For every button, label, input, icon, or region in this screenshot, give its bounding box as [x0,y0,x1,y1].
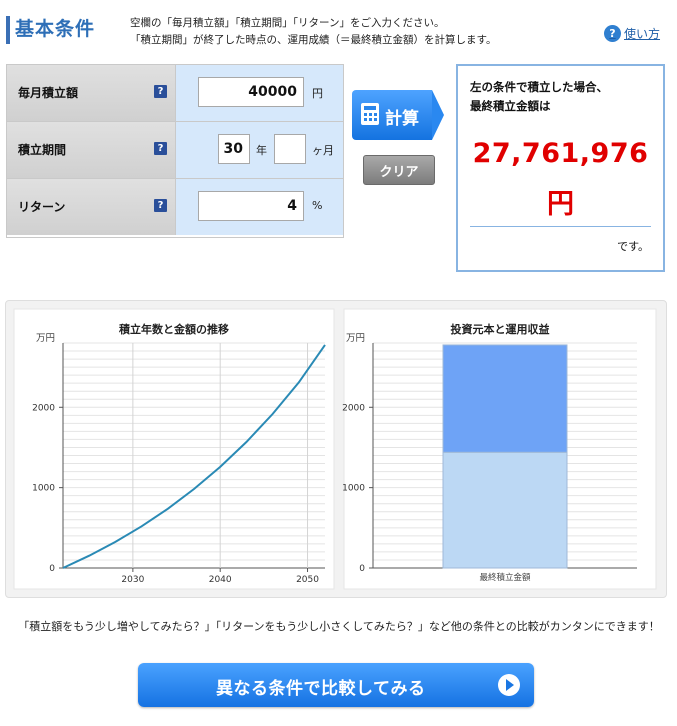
header-description: 空欄の「毎月積立額」「積立期間」「リターン」をご入力ください。 「積立期間」が終… [130,15,496,49]
header-desc-line2: 「積立期間」が終了した時点の、運用成績（＝最終積立金額）を計算します。 [130,34,497,46]
principal-bar-segment [442,451,568,569]
form-row-period: 積立期間 ? 年 ヶ月 [7,122,343,179]
result-divider [470,226,651,227]
input-form: 毎月積立額 ? 円 積立期間 ? 年 ヶ月 リターン ? % [6,64,344,238]
y-tick-label: 2000 [342,403,365,413]
y-axis-unit: 万円 [36,333,55,344]
clear-button[interactable]: クリア [363,155,435,185]
question-icon[interactable]: ? [154,142,167,155]
percent-unit: % [312,199,323,212]
chart-title: 積立年数と金額の推移 [118,322,229,336]
result-suffix: です。 [617,240,649,253]
value-cell: 円 [176,65,343,121]
comparison-hint: 「積立額をもう少し増やしてみたら？」「リターンをもう少し小さくしてみたら？」など… [18,620,660,633]
years-input[interactable] [218,134,250,164]
result-yen: 円 [547,189,574,220]
x-tick-label: 2030 [121,575,144,585]
return-input[interactable] [198,191,304,221]
value-cell: 年 ヶ月 [176,122,343,178]
calculate-button-body: 計算 [352,90,432,140]
compare-button-label: 異なる条件で比較してみる [216,679,426,699]
x-tick-label: 2040 [209,575,232,585]
value-cell: % [176,179,343,235]
y-tick-label: 0 [359,564,365,574]
label-cell: 毎月積立額 ? [7,65,176,121]
label-cell: 積立期間 ? [7,122,176,178]
chart-panel: 積立年数と金額の推移万円 0 1000 2000 2030 2040 2050 投資元本と運用… [5,300,667,598]
calculate-button[interactable]: 計算 [352,90,444,140]
monthly-amount-input[interactable] [198,77,304,107]
question-icon[interactable]: ? [154,199,167,212]
header-desc-line1: 空欄の「毎月積立額」「積立期間」「リターン」をご入力ください。 [130,17,445,29]
return-label: リターン [18,200,66,214]
y-tick-label: 1000 [342,484,365,494]
play-circle-icon [498,674,520,696]
years-unit: 年 [256,144,267,157]
result-box: 左の条件で積立した場合、 最終積立金額は 27,761,976 円 です。 [456,64,665,272]
months-unit: ヶ月 [312,144,334,157]
page-title: 基本条件 [15,18,96,40]
header-accent-bar [6,16,10,44]
calculator-icon [361,103,379,125]
result-amount: 27,761,976 [472,138,649,169]
y-tick-label: 1000 [32,484,55,494]
question-icon[interactable]: ? [154,85,167,98]
months-input[interactable] [274,134,306,164]
y-tick-label: 0 [49,564,55,574]
form-row-return: リターン ? % [7,179,343,235]
monthly-label: 毎月積立額 [18,86,79,100]
chart-title: 投資元本と運用収益 [451,322,550,336]
period-label: 積立期間 [18,143,67,157]
y-axis-unit: 万円 [346,333,365,344]
result-line2: 最終積立金額は [470,99,551,113]
calculate-label: 計算 [385,109,419,129]
y-tick-label: 2000 [32,403,55,413]
calculate-arrow [432,90,444,140]
help-link[interactable]: ? 使い方 [604,25,660,42]
compare-button[interactable]: 異なる条件で比較してみる [138,663,534,707]
form-row-monthly: 毎月積立額 ? 円 [7,65,343,122]
x-category-label: 最終積立金額 [479,572,531,583]
x-tick-label: 2050 [296,575,319,585]
help-icon: ? [604,25,621,42]
yen-unit: 円 [312,87,323,100]
charts-svg: 積立年数と金額の推移万円 0 1000 2000 2030 2040 2050 投資元本と運用… [13,308,657,590]
help-link-label: 使い方 [624,27,661,41]
label-cell: リターン ? [7,179,176,235]
result-description: 左の条件で積立した場合、 最終積立金額は [470,78,608,116]
result-line1: 左の条件で積立した場合、 [470,80,608,94]
earnings-bar-segment [442,344,568,453]
